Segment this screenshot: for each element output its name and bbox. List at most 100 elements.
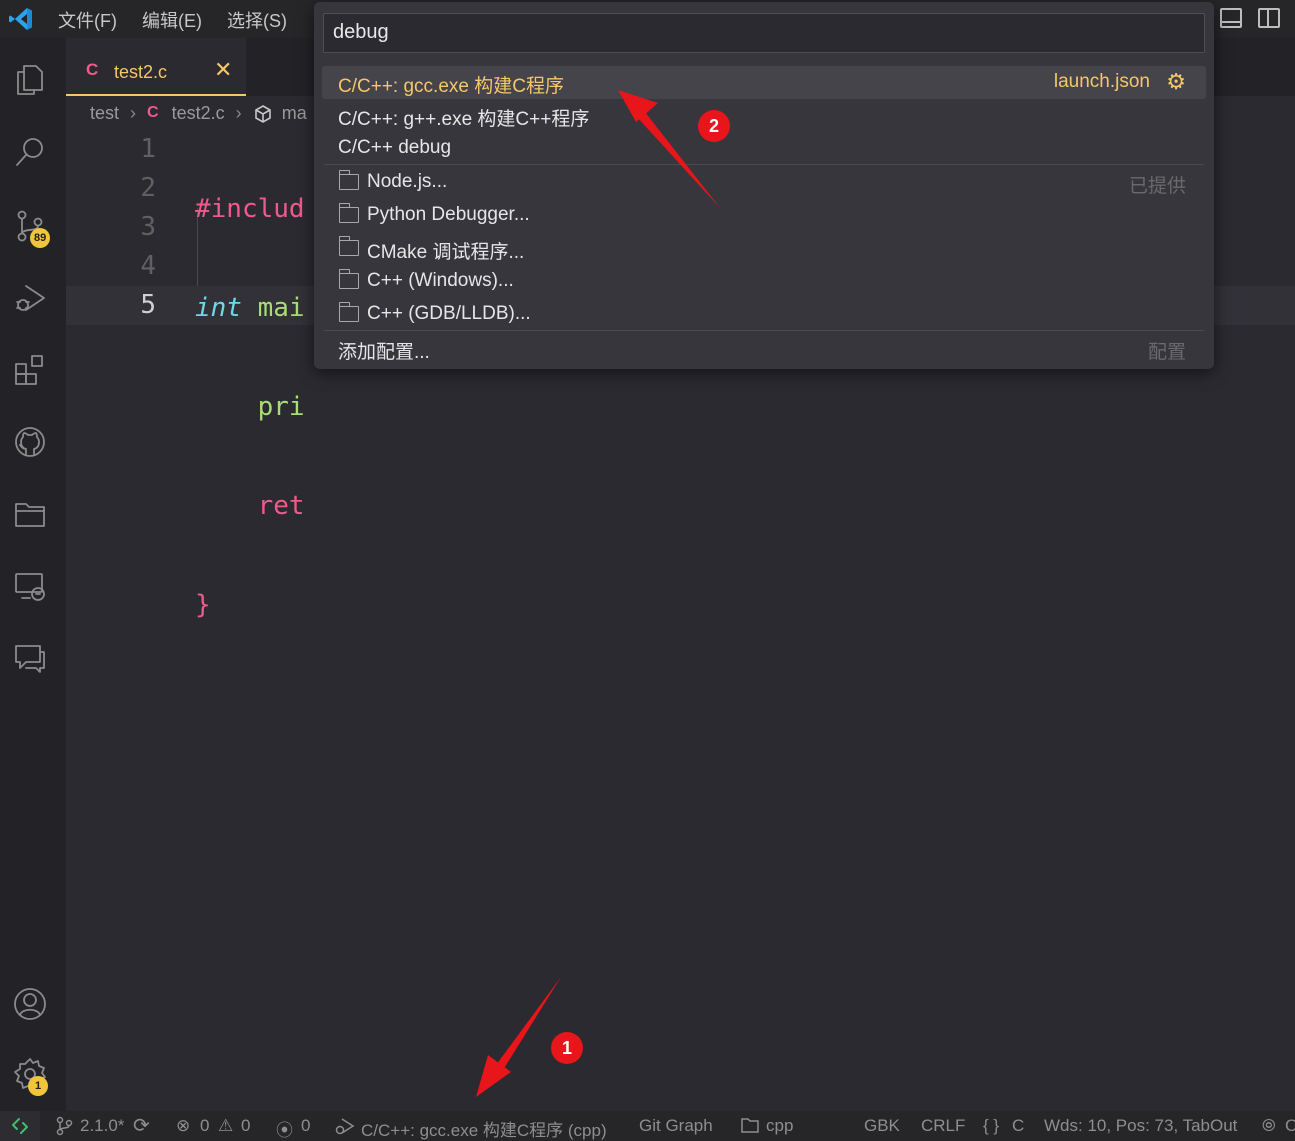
activity-bar: 89 1 [0,38,66,1111]
folder-icon[interactable] [740,1116,760,1136]
language-mode[interactable]: C [1012,1116,1024,1136]
quick-pick-item[interactable]: C/C++: g++.exe 构建C++程序 [322,99,1206,132]
annotation-marker-1: 1 [551,1032,583,1064]
code-editor[interactable]: #includ int mai pri ret } [195,130,305,655]
item-label: C/C++: gcc.exe 构建C程序 [338,76,564,97]
code-line: int mai [195,289,305,328]
extensions-icon[interactable] [8,348,52,392]
close-icon[interactable]: ✕ [214,57,232,83]
item-description: launch.json [1053,71,1150,92]
item-description: 配置 [1147,342,1186,363]
folder-icon [338,170,359,190]
gear-icon[interactable]: ⚙ [1166,71,1186,93]
c-file-icon: C [147,104,159,122]
code-line: ret [195,487,305,526]
run-and-debug-icon[interactable] [8,276,52,320]
broadcast-icon[interactable]: ⦾ [1262,1116,1276,1136]
ports-icon[interactable]: ⦿ [276,1116,293,1141]
accounts-icon[interactable] [8,982,52,1026]
code-line: #includ [195,190,305,229]
quick-pick-item[interactable]: Python Debugger... [322,199,1206,232]
folder-manager-icon[interactable] [8,492,52,536]
folder-icon [338,236,359,256]
quick-pick-item[interactable]: 添加配置... 配置 [322,332,1206,365]
annotation-marker-2: 2 [698,110,730,142]
git-graph-button[interactable]: Git Graph [639,1116,713,1136]
menu-selection[interactable]: 选择(S) [227,7,287,33]
remote-indicator[interactable] [0,1111,40,1141]
item-label: Node.js... [367,171,448,192]
menu-edit[interactable]: 编辑(E) [142,7,202,33]
debug-launch-icon[interactable] [334,1116,356,1137]
source-control-badge: 89 [30,228,51,248]
status-trailing[interactable]: C [1285,1116,1295,1136]
line-number: 4 [140,251,156,281]
quick-pick-item[interactable]: Node.js... 已提供 [322,166,1206,199]
word-count-info[interactable]: Wds: 10, Pos: 73, TabOut [1044,1116,1237,1136]
error-count[interactable]: 0 [200,1116,209,1136]
item-label: C/C++ debug [338,137,452,158]
tab-label: test2.c [114,62,168,82]
launch-config-label[interactable]: C/C++: gcc.exe 构建C程序 (cpp) [361,1116,607,1141]
language-braces-icon: { } [983,1116,1000,1135]
quick-pick: debug C/C++: gcc.exe 构建C程序 launch.json ⚙… [314,2,1214,369]
search-icon[interactable] [8,130,52,174]
separator [324,330,1204,331]
item-label: 添加配置... [338,342,430,363]
sync-icon[interactable]: ⟳ [133,1113,150,1138]
remote-icon [12,1118,28,1134]
breadcrumb-folder[interactable]: test [90,103,119,124]
manage-gear-icon[interactable]: 1 [8,1052,52,1096]
item-label: Python Debugger... [367,204,530,225]
quick-pick-item[interactable]: CMake 调试程序... [322,232,1206,265]
line-number: 2 [140,173,156,203]
code-line: pri [195,388,305,427]
code-token: #includ [195,194,305,224]
branch-icon[interactable] [54,1116,74,1137]
github-icon[interactable] [8,420,52,464]
code-token: mai [241,293,305,323]
breadcrumb-symbol[interactable]: ma [282,103,307,124]
breadcrumb-file[interactable]: test2.c [172,103,225,124]
toggle-panel-icon[interactable] [1220,8,1242,28]
quick-pick-item[interactable]: C++ (Windows)... [322,265,1206,298]
comments-icon[interactable] [8,636,52,680]
quick-pick-input[interactable]: debug [323,13,1205,53]
item-label: C++ (GDB/LLDB)... [367,303,531,324]
item-label: C++ (Windows)... [367,270,514,291]
line-number-gutter: 1 2 3 4 5 [100,130,156,325]
warning-count[interactable]: 0 [241,1116,250,1136]
settings-badge: 1 [28,1076,48,1096]
ports-count[interactable]: 0 [301,1116,310,1136]
c-file-icon: C [86,60,99,79]
warning-icon[interactable]: ⚠ [218,1116,233,1136]
quick-pick-item[interactable]: C/C++: gcc.exe 构建C程序 launch.json ⚙ [322,66,1206,99]
source-control-icon[interactable]: 89 [8,204,52,248]
code-token: ret [195,491,305,521]
code-token: pri [195,392,305,422]
remote-explorer-icon[interactable] [8,564,52,608]
item-label: CMake 调试程序... [367,242,525,263]
quick-pick-item[interactable]: C/C++ debug [322,132,1206,165]
encoding[interactable]: GBK [864,1116,900,1136]
toggle-secondary-sidebar-icon[interactable] [1258,8,1280,28]
tab-test2-c[interactable]: C test2.c ✕ [66,38,246,96]
status-bar: 2.1.0* ⟳ ⊗ 0 ⚠ 0 ⦿ 0 C/C++: gcc.exe 构建C程… [0,1111,1295,1141]
chevron-right-icon: › [130,102,137,123]
vscode-logo-icon[interactable] [8,6,34,32]
quick-pick-item[interactable]: C++ (GDB/LLDB)... [322,298,1206,331]
breadcrumb: test › C test2.c › ma [90,102,307,128]
branch-version[interactable]: 2.1.0* [80,1116,124,1136]
code-token: } [195,590,211,620]
error-icon[interactable]: ⊗ [176,1116,190,1136]
line-number: 5 [140,290,156,320]
workspace-folder[interactable]: cpp [766,1116,793,1136]
folder-icon [338,269,359,289]
menu-file[interactable]: 文件(F) [58,7,117,33]
folder-icon [338,203,359,223]
folder-icon [338,302,359,322]
explorer-icon[interactable] [8,58,52,102]
code-line: } [195,586,305,625]
end-of-line[interactable]: CRLF [921,1116,965,1136]
line-number: 3 [140,212,156,242]
